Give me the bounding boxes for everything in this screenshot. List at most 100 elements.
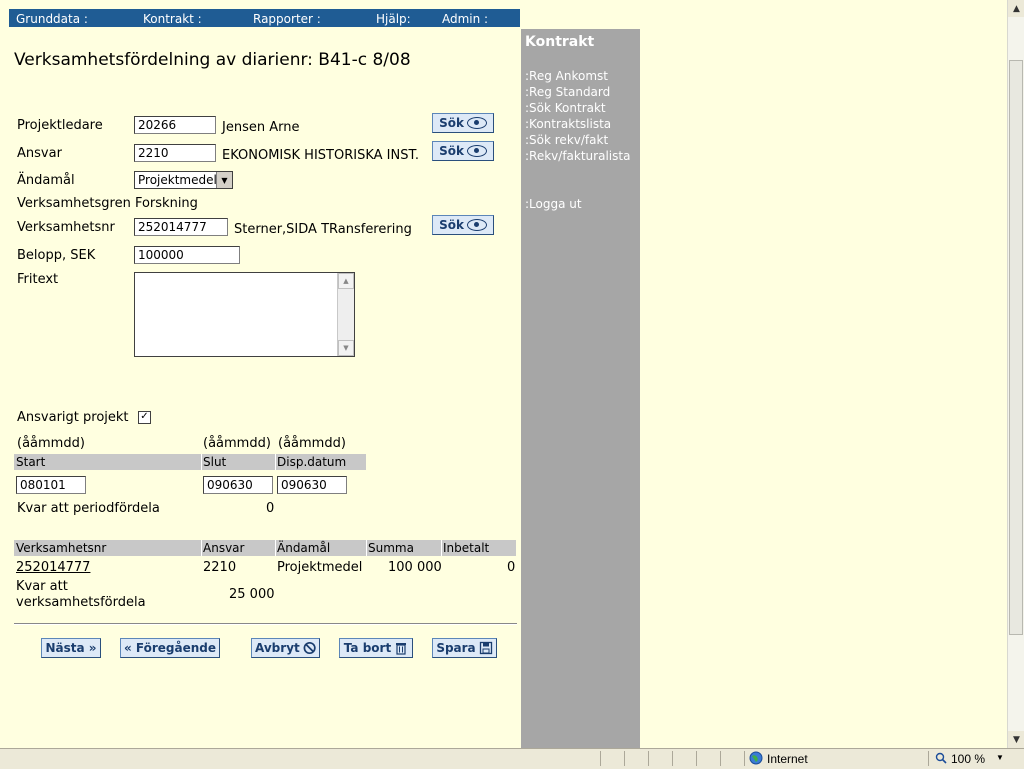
- verksamhetsgren-text: Verksamhetsgren Forskning: [17, 196, 198, 211]
- status-cell: [648, 751, 673, 766]
- scroll-thumb[interactable]: [1009, 60, 1023, 635]
- verksamhetsgren-label: Verksamhetsgren: [17, 196, 131, 211]
- sidebar-item-logga-ut[interactable]: :Logga ut: [525, 197, 582, 211]
- eye-icon: [466, 117, 487, 129]
- fritext-label: Fritext: [17, 272, 59, 287]
- sidebar-item-reg-standard[interactable]: :Reg Standard: [525, 85, 610, 99]
- verksamhetsnr-input[interactable]: 252014777: [134, 218, 228, 236]
- spara-label: Spara: [436, 641, 476, 655]
- belopp-input[interactable]: 100000: [134, 246, 240, 264]
- sok-ansvar-button[interactable]: Sök: [432, 141, 494, 161]
- sok-label: Sök: [439, 144, 464, 158]
- slut-format-hint: (ååmmdd): [203, 436, 271, 451]
- projektledare-input[interactable]: 20266: [134, 116, 216, 134]
- sok-label: Sök: [439, 116, 464, 130]
- ansvar-name: EKONOMISK HISTORISKA INST.: [222, 148, 419, 163]
- sidebar-item-sok-kontrakt[interactable]: :Sök Kontrakt: [525, 101, 606, 115]
- ta-bort-label: Ta bort: [343, 641, 392, 655]
- divider: [14, 623, 517, 625]
- spara-button[interactable]: Spara: [432, 638, 497, 658]
- col-andamal: Ändamål: [277, 541, 331, 555]
- nasta-button[interactable]: Nästa »: [41, 638, 101, 658]
- page-title: Verksamhetsfördelning av diarienr: B41-c…: [14, 50, 411, 70]
- sidebar-item-reg-ankomst[interactable]: :Reg Ankomst: [525, 69, 608, 83]
- sidebar-item-kontraktslista[interactable]: :Kontraktslista: [525, 117, 611, 131]
- start-header: Start: [16, 455, 46, 469]
- start-format-hint: (ååmmdd): [17, 436, 85, 451]
- zoom-level: 100 %: [951, 752, 986, 766]
- sidebar-item-rekv-fakturalista[interactable]: :Rekv/fakturalista: [525, 149, 630, 163]
- ansvar-label: Ansvar: [17, 146, 62, 161]
- belopp-label: Belopp, SEK: [17, 248, 96, 263]
- ansvarigt-projekt-label: Ansvarigt projekt: [17, 410, 129, 425]
- zoom-control[interactable]: 100 % ▼: [928, 751, 1024, 766]
- sok-label: Sök: [439, 218, 464, 232]
- andamal-selected-value: Projektmedel: [138, 173, 217, 187]
- zoom-icon: [935, 752, 947, 764]
- sok-verksamhetsnr-button[interactable]: Sök: [432, 215, 494, 235]
- kvar-period-label: Kvar att periodfördela: [17, 501, 160, 516]
- row-inbetalt: 0: [507, 560, 516, 575]
- start-date-input[interactable]: 080101: [16, 476, 86, 494]
- verksamhetsnr-label: Verksamhetsnr: [17, 220, 115, 235]
- main-content: Verksamhetsfördelning av diarienr: B41-c…: [0, 0, 520, 748]
- status-cell: [720, 751, 745, 766]
- ta-bort-button[interactable]: Ta bort: [339, 638, 413, 658]
- dropdown-arrow-icon[interactable]: ▼: [216, 172, 232, 188]
- avbryt-label: Avbryt: [255, 641, 300, 655]
- status-cell: [672, 751, 697, 766]
- security-zone: Internet: [744, 751, 929, 766]
- andamal-label: Ändamål: [17, 173, 75, 188]
- foregaende-label: « Föregående: [123, 641, 217, 655]
- trash-icon: [396, 643, 407, 655]
- kvar-verksamhet-value: 25 000: [229, 587, 275, 602]
- col-summa: Summa: [368, 541, 414, 555]
- nasta-label: Nästa »: [45, 641, 97, 655]
- slut-date-input[interactable]: 090630: [203, 476, 273, 494]
- projektledare-label: Projektledare: [17, 118, 103, 133]
- ansvarigt-projekt-checkbox[interactable]: ✓: [138, 411, 151, 424]
- verksamhetsnr-link[interactable]: 252014777: [16, 560, 90, 575]
- window-scrollbar[interactable]: ▲ ▼: [1007, 0, 1024, 748]
- col-ansvar: Ansvar: [203, 541, 245, 555]
- kvar-verksamhet-label-line2: verksamhetsfördela: [16, 595, 146, 610]
- scroll-down-icon[interactable]: ▼: [338, 340, 354, 356]
- ansvar-input[interactable]: 2210: [134, 144, 216, 162]
- scroll-up-icon[interactable]: ▲: [1008, 0, 1024, 17]
- kvar-verksamhet-label-line1: Kvar att: [16, 579, 68, 594]
- scroll-down-icon[interactable]: ▼: [1008, 731, 1024, 748]
- sidebar-item-sok-rekv-fakt[interactable]: :Sök rekv/fakt: [525, 133, 608, 147]
- disp-format-hint: (ååmmdd): [278, 436, 346, 451]
- cancel-icon: [303, 641, 316, 655]
- disp-header: Disp.datum: [277, 455, 347, 469]
- col-inbetalt: Inbetalt: [443, 541, 490, 555]
- eye-icon: [466, 219, 487, 231]
- disp-date-input[interactable]: 090630: [277, 476, 347, 494]
- andamal-select[interactable]: Projektmedel ▼: [134, 171, 233, 189]
- sidebar-heading: Kontrakt: [525, 34, 595, 50]
- slut-header: Slut: [203, 455, 227, 469]
- verksamhetsnr-name: Sterner,SIDA TRansferering: [234, 222, 412, 237]
- foregaende-button[interactable]: « Föregående: [120, 638, 220, 658]
- col-verksamhetsnr: Verksamhetsnr: [16, 541, 107, 555]
- status-cell: [696, 751, 721, 766]
- row-summa: 100 000: [388, 560, 442, 575]
- zone-label: Internet: [767, 752, 808, 766]
- status-cell: [624, 751, 649, 766]
- sok-projektledare-button[interactable]: Sök: [432, 113, 494, 133]
- row-andamal: Projektmedel: [277, 560, 363, 575]
- globe-icon: [749, 751, 763, 765]
- scroll-up-icon[interactable]: ▲: [338, 273, 354, 289]
- save-icon: [479, 641, 492, 655]
- avbryt-button[interactable]: Avbryt: [251, 638, 320, 658]
- fritext-textarea[interactable]: ▲ ▼: [134, 272, 355, 357]
- status-bar: Internet 100 % ▼: [0, 748, 1024, 769]
- row-ansvar: 2210: [203, 560, 237, 575]
- status-cell: [600, 751, 625, 766]
- kvar-period-value: 0: [266, 501, 275, 516]
- eye-icon: [466, 145, 487, 157]
- verksamhetsgren-value: Forskning: [134, 196, 198, 211]
- textarea-scrollbar[interactable]: ▲ ▼: [337, 273, 354, 356]
- chevron-down-icon[interactable]: ▼: [996, 753, 1004, 762]
- sidebar-menu: Kontrakt :Reg Ankomst :Reg Standard :Sök…: [521, 29, 640, 748]
